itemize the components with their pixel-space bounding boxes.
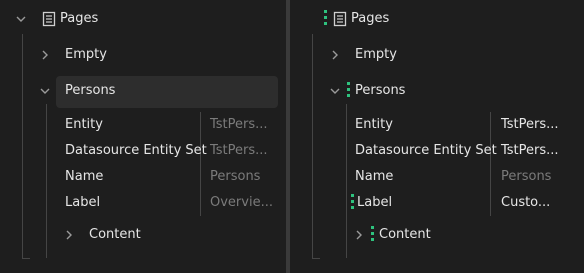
property-value-name[interactable]: Persons (210, 167, 260, 187)
drop-indicator (351, 194, 354, 212)
property-value-name[interactable]: Persons (501, 167, 551, 187)
page-icon (333, 11, 347, 27)
tree-item-empty[interactable]: Empty (355, 45, 397, 65)
drop-indicator (371, 226, 374, 244)
chevron-down-icon[interactable] (38, 84, 52, 98)
property-value-label[interactable]: Custo... (501, 193, 550, 213)
property-name-name: Name (65, 169, 104, 184)
property-value-datasource[interactable]: TstPers... (501, 141, 559, 161)
tree-item-content[interactable]: Content (379, 225, 431, 245)
property-value-entity[interactable]: TstPers... (501, 115, 559, 135)
chevron-down-icon[interactable] (328, 84, 342, 98)
tree-panel-left: Pages Empty Persons Entity TstPers... Da… (0, 0, 286, 273)
tree-root-label[interactable]: Pages (351, 9, 389, 29)
property-name-name: Name (355, 169, 394, 184)
drop-indicator (324, 10, 327, 28)
chevron-right-icon[interactable] (328, 48, 342, 62)
tree-item-content[interactable]: Content (89, 225, 141, 245)
tree-guide-line (312, 34, 313, 258)
drop-indicator (347, 82, 350, 100)
tree-guide-line (46, 104, 47, 258)
page-icon (42, 11, 56, 27)
column-separator (200, 112, 201, 216)
property-value-entity[interactable]: TstPers... (210, 115, 268, 135)
tree-guide-line (312, 258, 320, 259)
property-value-label[interactable]: Overvie... (210, 193, 273, 213)
chevron-down-icon[interactable] (14, 12, 28, 26)
tree-guide-line (22, 34, 23, 258)
property-name-label: Label (357, 195, 393, 210)
tree-guide-line (346, 104, 347, 258)
property-value-datasource[interactable]: TstPers... (210, 141, 268, 161)
tree-panel-right: Pages Empty Persons Entity TstPers... Da… (290, 0, 584, 273)
property-name-entity: Entity (355, 117, 393, 132)
tree-item-empty[interactable]: Empty (65, 45, 107, 65)
property-name-datasource: Datasource Entity Set (355, 143, 497, 158)
chevron-right-icon[interactable] (62, 228, 76, 242)
column-separator (490, 112, 491, 216)
property-name-label: Label (65, 195, 101, 210)
tree-item-persons[interactable]: Persons (65, 81, 115, 101)
property-name-entity: Entity (65, 117, 103, 132)
tree-guide-line (22, 258, 30, 259)
chevron-right-icon[interactable] (352, 228, 366, 242)
tree-root-label[interactable]: Pages (60, 9, 98, 29)
chevron-right-icon[interactable] (38, 48, 52, 62)
property-name-datasource: Datasource Entity Set (65, 143, 207, 158)
tree-item-persons[interactable]: Persons (355, 81, 405, 101)
